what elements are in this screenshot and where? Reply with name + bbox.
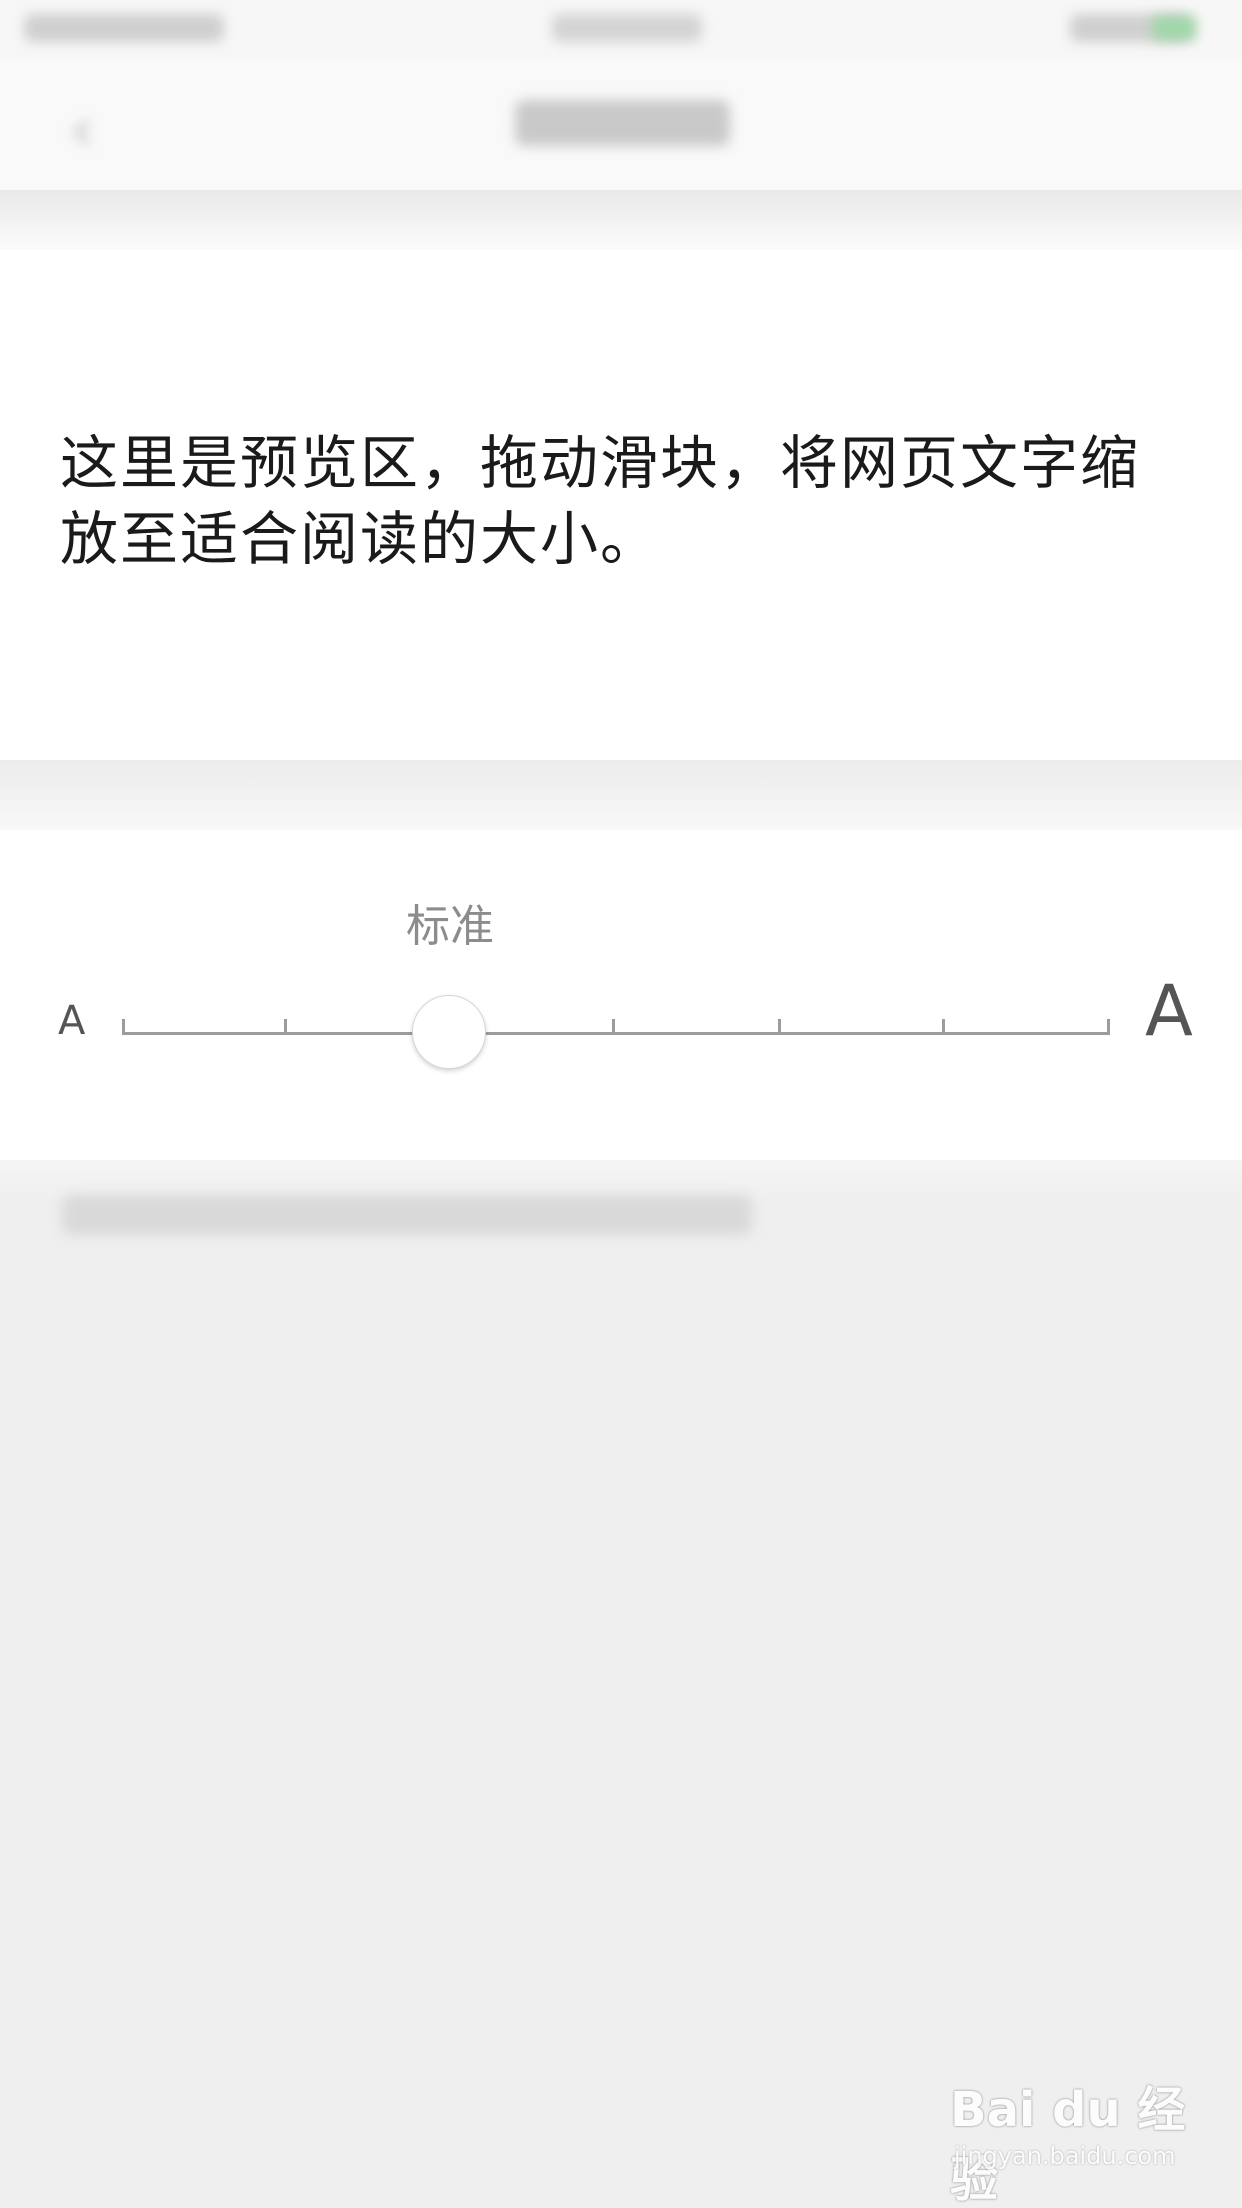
slider-tick[interactable]	[778, 1019, 781, 1035]
slider-tick[interactable]	[284, 1019, 287, 1035]
small-font-label: A	[58, 998, 86, 1044]
watermark: Bai du 经验 jingyan.baidu.com	[950, 2070, 1190, 2208]
preview-text: 这里是预览区，拖动滑块，将网页文字缩放至适合阅读的大小。	[60, 429, 1141, 573]
navigation-bar: ‹	[0, 60, 1242, 190]
back-arrow-icon[interactable]: ‹	[70, 100, 110, 160]
status-bar-carrier	[24, 14, 224, 42]
slider-thumb[interactable]	[412, 995, 486, 1069]
font-size-panel: 标准 A A	[0, 830, 1242, 1160]
large-font-label: A	[1145, 970, 1193, 1052]
preview-divider	[0, 760, 1242, 830]
slider-track[interactable]	[122, 1032, 1110, 1035]
slider-tick[interactable]	[122, 1019, 125, 1035]
slider-tick[interactable]	[942, 1019, 945, 1035]
status-bar-time	[552, 14, 702, 42]
current-size-label: 标准	[406, 901, 494, 952]
status-bar	[0, 0, 1242, 60]
watermark-logo: Bai du 经验	[950, 2082, 1186, 2208]
nav-divider	[0, 190, 1242, 250]
nav-title	[515, 100, 730, 146]
watermark-url: jingyan.baidu.com	[954, 2142, 1176, 2170]
slider-tick[interactable]	[612, 1019, 615, 1035]
background-text	[62, 1195, 752, 1235]
lower-divider	[0, 1160, 1242, 1200]
preview-area: 这里是预览区，拖动滑块，将网页文字缩放至适合阅读的大小。	[0, 250, 1242, 760]
slider-tick[interactable]	[1107, 1019, 1110, 1035]
battery-icon	[1152, 16, 1196, 40]
